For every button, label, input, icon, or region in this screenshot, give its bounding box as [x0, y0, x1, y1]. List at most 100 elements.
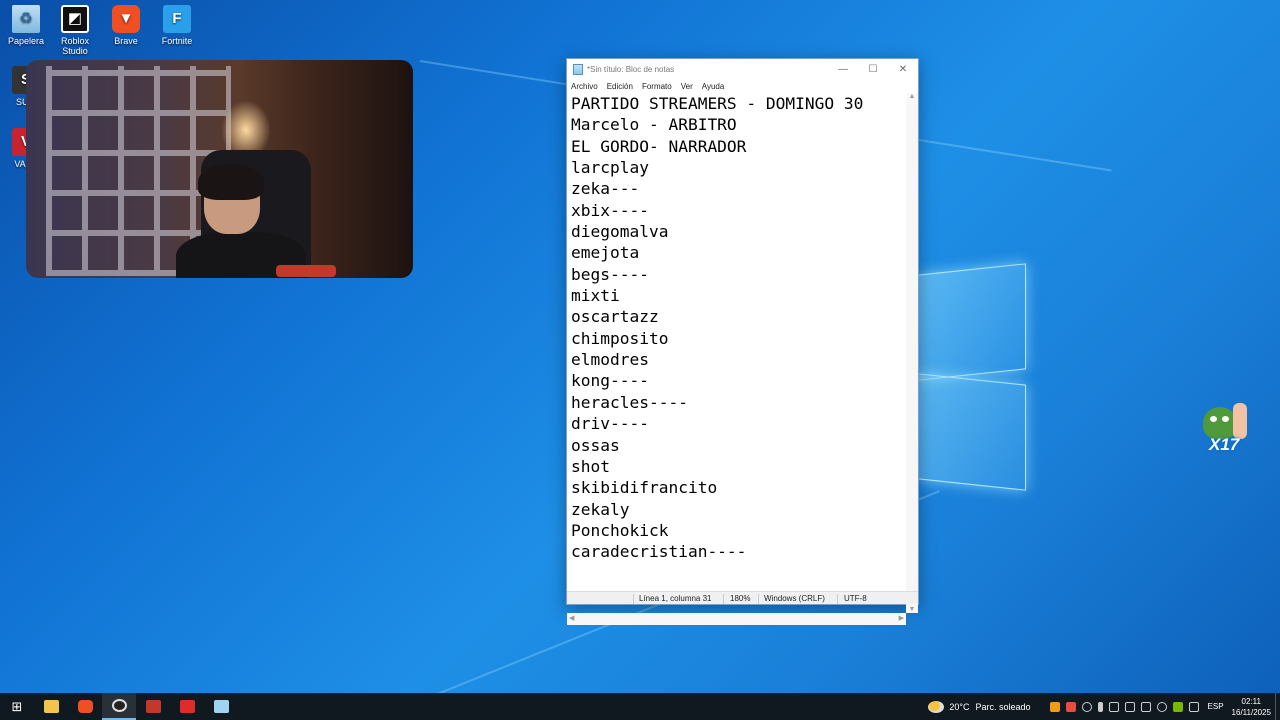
weather-temp[interactable]: 20°C [949, 702, 969, 712]
menu-archivo[interactable]: Archivo [571, 82, 598, 91]
notepad-line[interactable]: shot [571, 456, 863, 477]
close-button[interactable]: ✕ [888, 64, 918, 75]
tray-app2-icon[interactable] [1124, 701, 1135, 712]
taskbar-clock[interactable]: 02:11 16/11/2025 [1232, 696, 1271, 718]
scroll-right-icon[interactable]: ▶ [899, 614, 904, 622]
start-button[interactable]: ⊞ [0, 693, 34, 720]
system-tray: 20°C Parc. soleado ESP 02:11 16/11/2025 [928, 693, 1280, 720]
show-desktop-button[interactable] [1275, 693, 1280, 720]
notepad-line[interactable]: zekaly [571, 499, 863, 520]
tray-nvidia-icon[interactable] [1172, 701, 1183, 712]
menu-ver[interactable]: Ver [681, 82, 693, 91]
tray-volume-icon[interactable] [1156, 701, 1167, 712]
notepad-line[interactable]: zeka--- [571, 178, 863, 199]
windows-start-icon: ⊞ [11, 698, 23, 714]
notepad-status-bar: Línea 1, columna 31 180% Windows (CRLF) … [567, 591, 918, 604]
status-zoom: 180% [730, 594, 751, 603]
taskbar-app-red[interactable] [136, 693, 170, 720]
clock-date: 16/11/2025 [1231, 707, 1271, 717]
scroll-left-icon[interactable]: ◀ [569, 614, 574, 622]
tray-mic-icon[interactable] [1097, 701, 1103, 712]
maximize-button[interactable]: ☐ [858, 64, 888, 75]
notepad-line[interactable]: chimposito [571, 328, 863, 349]
menu-formato[interactable]: Formato [642, 82, 672, 91]
status-cursor-position: Línea 1, columna 31 [639, 594, 712, 603]
notepad-app-icon [573, 63, 583, 75]
status-line-ending: Windows (CRLF) [764, 594, 825, 603]
vertical-scrollbar[interactable]: ▲ ▼ [906, 93, 918, 613]
notepad-line[interactable]: Ponchokick [571, 520, 863, 541]
tray-network-icon[interactable] [1140, 701, 1151, 712]
pepe-emote: X17 [1203, 403, 1253, 459]
desktop-icon-label: Roblox Studio [60, 36, 89, 56]
notepad-line[interactable]: skibidifrancito [571, 477, 863, 498]
app-red-icon [145, 700, 161, 713]
menu-edicion[interactable]: Edición [607, 82, 633, 91]
scroll-up-icon[interactable]: ▲ [906, 93, 918, 100]
taskbar-obs[interactable] [102, 693, 136, 720]
desktop-icon-label: Brave [114, 36, 138, 46]
notepad-line[interactable]: heracles---- [571, 392, 863, 413]
recycle-bin-icon: ♻ [12, 5, 40, 33]
notepad-line[interactable]: driv---- [571, 413, 863, 434]
taskbar-app-record[interactable] [170, 693, 204, 720]
status-encoding: UTF-8 [844, 594, 867, 603]
folder-icon [43, 700, 59, 713]
menu-ayuda[interactable]: Ayuda [702, 82, 725, 91]
wallpaper-windows-logo [918, 255, 1028, 495]
webcam-streamer [176, 164, 306, 278]
notepad-line[interactable]: elmodres [571, 349, 863, 370]
emote-multiplier: X17 [1209, 435, 1240, 454]
notepad-line[interactable]: emejota [571, 242, 863, 263]
notepad-text-area[interactable]: PARTIDO STREAMERS - DOMINGO 30 Marcelo - … [567, 93, 918, 635]
taskbar: ⊞ 20°C Parc. soleado ESP 02:11 16/11/202… [0, 693, 1280, 720]
fortnite-icon: F [163, 5, 191, 33]
notepad-text-content[interactable]: PARTIDO STREAMERS - DOMINGO 30 Marcelo - … [571, 93, 863, 563]
notepad-line[interactable]: ossas [571, 435, 863, 456]
notepad-icon [213, 700, 229, 713]
brave-browser-icon: ▼ [112, 5, 140, 33]
minimize-button[interactable]: — [828, 64, 858, 75]
thumbs-up-icon [1233, 403, 1247, 439]
notepad-line[interactable]: mixti [571, 285, 863, 306]
taskbar-notepad[interactable] [204, 693, 238, 720]
roblox-studio-icon: ◩ [61, 5, 89, 33]
weather-partly-sunny-icon[interactable] [928, 700, 945, 713]
desktop-icon-papelera[interactable]: ♻ Papelera [0, 5, 52, 46]
webcam-microphone [276, 265, 336, 277]
desktop-icon-brave[interactable]: ▼ Brave [100, 5, 152, 46]
desktop-icon-label: Papelera [7, 36, 45, 46]
notepad-line[interactable]: kong---- [571, 370, 863, 391]
brave-browser-icon [77, 700, 93, 713]
notepad-line[interactable]: Marcelo - ARBITRO [571, 114, 863, 135]
desktop-icon-roblox-studio[interactable]: ◩ Roblox Studio [49, 5, 101, 56]
tray-app-icon[interactable] [1049, 701, 1060, 712]
tray-settings-icon[interactable] [1108, 701, 1119, 712]
taskbar-brave[interactable] [68, 693, 102, 720]
notepad-title-bar[interactable]: *Sin título: Bloc de notas — ☐ ✕ [567, 59, 918, 79]
notepad-window: *Sin título: Bloc de notas — ☐ ✕ Archivo… [566, 58, 919, 625]
desktop-icon-fortnite[interactable]: F Fortnite [151, 5, 203, 46]
notepad-line[interactable]: begs---- [571, 264, 863, 285]
clock-time: 02:11 [1241, 696, 1261, 706]
notepad-line[interactable]: EL GORDO- NARRADOR [571, 136, 863, 157]
desktop-icon-label: Fortnite [161, 36, 193, 46]
notepad-line[interactable]: oscartazz [571, 306, 863, 327]
record-app-icon [179, 700, 195, 713]
notepad-title: *Sin título: Bloc de notas [587, 64, 675, 74]
scroll-down-icon[interactable]: ▼ [906, 606, 918, 613]
horizontal-scrollbar[interactable]: ◀ ▶ [567, 613, 906, 625]
notepad-line[interactable]: caradecristian---- [571, 541, 863, 562]
tray-obs-icon[interactable] [1081, 701, 1092, 712]
notepad-menu-bar: Archivo Edición Formato Ver Ayuda [567, 79, 918, 93]
notepad-line[interactable]: diegomalva [571, 221, 863, 242]
tray-microphone-icon[interactable] [1065, 701, 1076, 712]
taskbar-file-explorer[interactable] [34, 693, 68, 720]
tray-battery-icon[interactable] [1188, 701, 1199, 712]
weather-desc[interactable]: Parc. soleado [975, 702, 1030, 712]
notepad-line[interactable]: larcplay [571, 157, 863, 178]
notepad-line[interactable]: PARTIDO STREAMERS - DOMINGO 30 [571, 93, 863, 114]
webcam-overlay [26, 60, 413, 278]
notepad-line[interactable]: xbix---- [571, 200, 863, 221]
language-indicator[interactable]: ESP [1208, 702, 1224, 711]
